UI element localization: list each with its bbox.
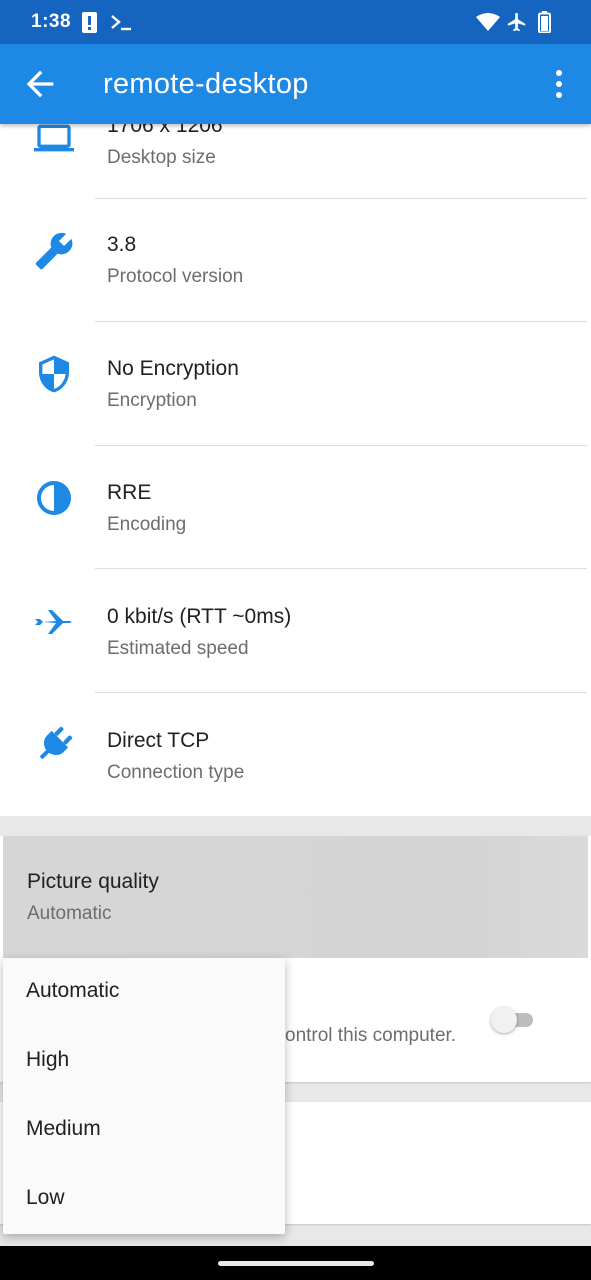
estimated-speed-row: 0 kbit/s (RTT ~0ms) Estimated speed: [0, 569, 591, 692]
status-bar: 1:38: [0, 0, 591, 44]
estimated-speed-value: 0 kbit/s (RTT ~0ms): [107, 605, 292, 628]
quality-option-label: Medium: [26, 1117, 101, 1140]
power-plug-icon: [39, 726, 73, 760]
app-bar: remote-desktop: [0, 44, 591, 124]
airplane-mode-icon: [507, 12, 526, 32]
encoding-label: Encoding: [107, 514, 187, 535]
protocol-version-value: 3.8: [107, 233, 137, 256]
home-gesture-handle[interactable]: [218, 1261, 374, 1266]
laptop-icon: [34, 124, 74, 152]
encoding-value: RRE: [107, 481, 152, 504]
connection-info-card: 1706 x 1206 Desktop size 3.8 Protocol ve…: [0, 124, 591, 816]
overflow-menu-button[interactable]: [540, 64, 580, 104]
protocol-version-row: 3.8 Protocol version: [0, 199, 591, 322]
wifi-icon: [476, 13, 500, 31]
alert-icon: [82, 12, 97, 33]
encoding-row: RRE Encoding: [0, 446, 591, 569]
desktop-size-value: 1706 x 1206: [107, 124, 223, 137]
toggle-thumb: [491, 1007, 517, 1033]
allow-control-summary: ontrol this computer.: [285, 1025, 457, 1046]
battery-icon: [538, 11, 551, 33]
terminal-icon: [111, 15, 131, 31]
contrast-icon: [37, 481, 71, 515]
quality-option-medium[interactable]: Medium: [3, 1096, 285, 1165]
security-shield-icon: [39, 355, 69, 393]
arrow-back-icon: [26, 70, 54, 98]
connection-type-label: Connection type: [107, 762, 245, 783]
quality-option-label: Automatic: [26, 979, 120, 1002]
quality-option-low[interactable]: Low: [3, 1165, 285, 1234]
quality-option-label: High: [26, 1048, 70, 1071]
allow-control-toggle[interactable]: [491, 1006, 537, 1034]
status-time: 1:38: [31, 11, 72, 32]
picture-quality-summary: Automatic: [27, 903, 112, 924]
encryption-row: No Encryption Encryption: [0, 322, 591, 445]
quality-option-label: Low: [26, 1186, 65, 1209]
more-vert-icon: [556, 70, 562, 98]
jet-plane-icon: [35, 610, 72, 634]
quality-option-automatic[interactable]: Automatic: [3, 958, 285, 1027]
navigation-bar: [0, 1246, 591, 1280]
desktop-size-row: 1706 x 1206 Desktop size: [0, 124, 591, 199]
estimated-speed-label: Estimated speed: [107, 638, 249, 659]
wrench-icon: [35, 232, 73, 270]
app-title: remote-desktop: [103, 68, 309, 100]
picture-quality-title: Picture quality: [27, 870, 159, 893]
connection-type-value: Direct TCP: [107, 729, 210, 752]
desktop-size-label: Desktop size: [107, 147, 216, 168]
quality-option-high[interactable]: High: [3, 1027, 285, 1096]
encryption-value: No Encryption: [107, 357, 239, 380]
connection-type-row: Direct TCP Connection type: [0, 693, 591, 816]
protocol-version-label: Protocol version: [107, 266, 244, 287]
picture-quality-preference[interactable]: Picture quality Automatic: [3, 836, 588, 958]
back-button[interactable]: [20, 64, 60, 104]
picture-quality-menu: Automatic High Medium Low: [3, 958, 285, 1234]
encryption-label: Encryption: [107, 390, 197, 411]
